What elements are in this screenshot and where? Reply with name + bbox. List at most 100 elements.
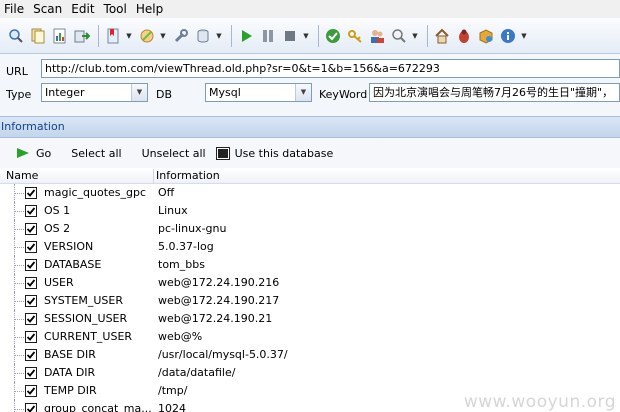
database-icon[interactable] [193, 26, 213, 46]
menu-scan[interactable]: Scan [29, 0, 67, 18]
chevron-down-icon[interactable]: ▼ [295, 84, 311, 101]
table-row[interactable]: CURRENT_USER web@% [0, 328, 620, 346]
chevron-down-icon[interactable]: ▼ [215, 26, 223, 46]
checkmark-icon [26, 351, 36, 359]
row-value: Linux [158, 204, 188, 217]
scan-settings-panel: URL http://club.tom.com/viewThread.old.p… [0, 54, 620, 116]
table-row[interactable]: DATA DIR/data/datafile/ [0, 364, 620, 382]
row-checkbox[interactable] [25, 259, 37, 271]
row-checkbox[interactable] [25, 313, 37, 325]
chevron-down-icon[interactable]: ▼ [159, 26, 167, 46]
play-icon[interactable] [236, 26, 256, 46]
row-value: 1024 [158, 402, 186, 412]
checkmark-icon [26, 387, 36, 395]
row-checkbox[interactable] [25, 385, 37, 397]
menu-help[interactable]: Help [132, 0, 168, 18]
table-row[interactable]: magic_quotes_gpc Off [0, 184, 620, 202]
row-checkbox[interactable] [25, 367, 37, 379]
search-icon[interactable] [6, 26, 26, 46]
keyword-input[interactable]: 因为北京演唱会与周笔畅7月26号的生日"撞期"， [369, 83, 620, 102]
row-checkbox[interactable] [25, 205, 37, 217]
chevron-down-icon[interactable]: ▼ [520, 26, 528, 46]
stop-icon[interactable] [280, 26, 300, 46]
row-name: CURRENT_USER [44, 330, 133, 343]
menu-edit[interactable]: Edit [67, 0, 99, 18]
bookmark-icon[interactable] [103, 26, 123, 46]
table-row[interactable]: SESSION_USER web@172.24.190.21 [0, 310, 620, 328]
table-row[interactable]: DATABASE tom_bbs [0, 256, 620, 274]
information-section-header: Information [0, 116, 620, 138]
url-input[interactable]: http://club.tom.com/viewThread.old.php?s… [41, 59, 620, 78]
checkmark-icon [26, 279, 36, 287]
column-header-name[interactable]: Name [0, 168, 38, 184]
type-label: Type [6, 88, 32, 101]
home-icon[interactable] [432, 26, 452, 46]
documents-icon[interactable] [28, 26, 48, 46]
row-checkbox[interactable] [25, 223, 37, 235]
table-row[interactable]: USER web@172.24.190.216 [0, 274, 620, 292]
action-bar: Go Select all Unselect all Use this data… [0, 138, 620, 168]
menu-file[interactable]: File [0, 0, 29, 18]
row-value: /data/datafile/ [158, 366, 236, 379]
select-all-button[interactable]: Select all [71, 147, 121, 160]
menu-tool[interactable]: Tool [100, 0, 132, 18]
checkmark-icon [26, 333, 36, 341]
magnifier-icon[interactable] [389, 26, 409, 46]
row-name: VERSION [44, 240, 94, 253]
export-icon[interactable] [72, 26, 92, 46]
row-value: /tmp/ [158, 384, 188, 397]
tree-line [15, 283, 24, 284]
info-icon[interactable] [498, 26, 518, 46]
row-checkbox[interactable] [25, 295, 37, 307]
table-row[interactable]: OS 2 pc-linux-gnu [0, 220, 620, 238]
tree-line [15, 193, 24, 194]
section-title: Information [1, 120, 65, 133]
table-row[interactable]: VERSION 5.0.37-log [0, 238, 620, 256]
table-row[interactable]: OS 1 Linux [0, 202, 620, 220]
row-checkbox[interactable] [25, 403, 37, 412]
toolbar-separator [98, 24, 99, 47]
db-select[interactable]: Mysql ▼ [205, 83, 312, 102]
tree-line [15, 211, 24, 212]
package-icon[interactable] [476, 26, 496, 46]
chevron-down-icon[interactable]: ▼ [302, 26, 310, 46]
checkmark-icon [26, 297, 36, 305]
row-checkbox[interactable] [25, 187, 37, 199]
row-checkbox[interactable] [25, 277, 37, 289]
row-checkbox[interactable] [25, 241, 37, 253]
key-icon[interactable] [345, 26, 365, 46]
tree-line [14, 400, 15, 412]
row-name: group_concat_ma... [44, 402, 152, 412]
row-value: /usr/local/mysql-5.0.37/ [158, 348, 288, 361]
row-checkbox[interactable] [25, 331, 37, 343]
go-button[interactable]: Go [16, 147, 51, 160]
row-value: tom_bbs [158, 258, 205, 271]
use-database-label: Use this database [234, 146, 334, 160]
tree-line [15, 319, 24, 320]
row-value: 5.0.37-log [158, 240, 214, 253]
table-row[interactable]: SYSTEM_USER web@172.24.190.217 [0, 292, 620, 310]
table-row[interactable]: BASE DIR/usr/local/mysql-5.0.37/ [0, 346, 620, 364]
toolbar-separator [427, 24, 428, 47]
bug-icon[interactable] [454, 26, 474, 46]
pause-icon[interactable] [258, 26, 278, 46]
row-checkbox[interactable] [25, 349, 37, 361]
chevron-down-icon[interactable]: ▼ [131, 84, 147, 101]
db-select-value: Mysql [209, 86, 241, 99]
report-icon[interactable] [50, 26, 70, 46]
check-icon[interactable] [323, 26, 343, 46]
users-icon[interactable] [367, 26, 387, 46]
chevron-down-icon[interactable]: ▼ [125, 26, 133, 46]
use-database-button[interactable]: Use this database [215, 146, 334, 160]
tree-line [15, 409, 24, 410]
checkmark-icon [26, 189, 36, 197]
row-name: magic_quotes_gpc [44, 186, 147, 199]
column-header-information[interactable]: Information [150, 168, 220, 184]
wrench-icon[interactable] [171, 26, 191, 46]
chevron-down-icon[interactable]: ▼ [411, 26, 419, 46]
unselect-all-button[interactable]: Unselect all [142, 147, 206, 160]
row-value: Off [158, 186, 175, 199]
tools-icon[interactable] [137, 26, 157, 46]
url-label: URL [6, 65, 28, 78]
type-select[interactable]: Integer ▼ [41, 83, 148, 102]
